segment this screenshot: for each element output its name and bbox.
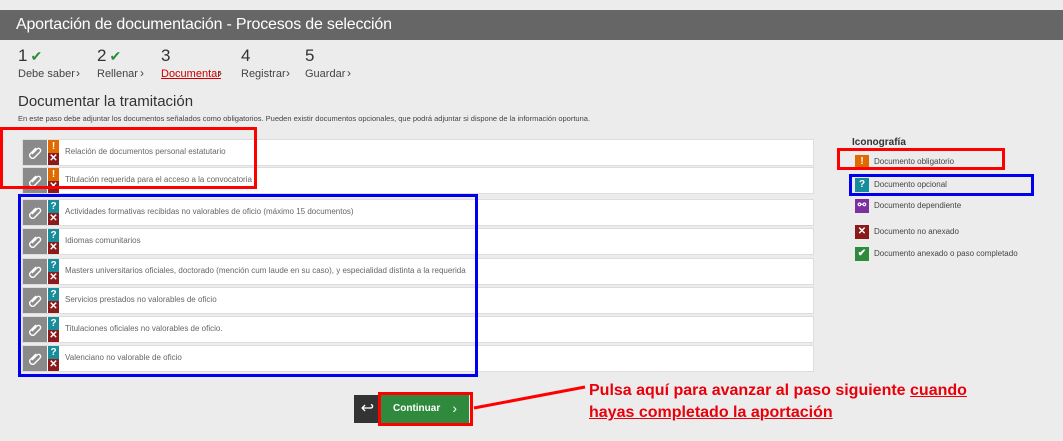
chevron-right-icon: › (218, 66, 222, 80)
chevron-right-icon: › (347, 66, 351, 80)
step-2-number: 2 ✔ (97, 46, 122, 65)
chevron-right-icon: › (140, 66, 144, 80)
annotation-note: Pulsa aquí para avanzar al paso siguient… (589, 382, 967, 421)
highlight-legend-required (837, 148, 1005, 170)
highlight-legend-optional (849, 174, 1034, 196)
chevron-right-icon: › (76, 66, 80, 80)
highlight-required-box (0, 127, 257, 189)
legend-title: Iconografía (852, 137, 906, 148)
back-button[interactable]: ↩ (354, 395, 381, 423)
section-title: Documentar la tramitación (18, 93, 194, 110)
step-3-link[interactable]: Documentar (161, 68, 221, 80)
title-bar: Aportación de documentación - Procesos d… (0, 10, 1063, 40)
x-icon: ✕ (855, 225, 869, 239)
step-5-link[interactable]: Guardar (305, 68, 345, 80)
chevron-right-icon: › (286, 66, 290, 80)
window-title: Aportación de documentación - Procesos d… (16, 16, 392, 33)
highlight-continue-box (378, 392, 473, 426)
back-arrow-icon: ↩ (360, 400, 375, 417)
check-icon: ✔ (30, 48, 43, 64)
highlight-optional-box (18, 194, 478, 377)
step-4-link[interactable]: Registrar (241, 68, 286, 80)
check-icon: ✔ (109, 48, 122, 64)
step-1-number: 1 ✔ (18, 46, 43, 65)
step-4-number: 4 (241, 46, 251, 65)
check-icon: ✔ (855, 247, 869, 261)
link-icon: ⚯ (855, 199, 869, 213)
step-2-link[interactable]: Rellenar (97, 68, 138, 80)
step-5-number: 5 (305, 46, 315, 65)
main-panel: Aportación de documentación - Procesos d… (0, 0, 1063, 441)
section-description: En este paso debe adjuntar los documento… (18, 114, 591, 123)
step-3-number: 3 (161, 46, 171, 65)
step-1-link[interactable]: Debe saber (18, 68, 75, 80)
